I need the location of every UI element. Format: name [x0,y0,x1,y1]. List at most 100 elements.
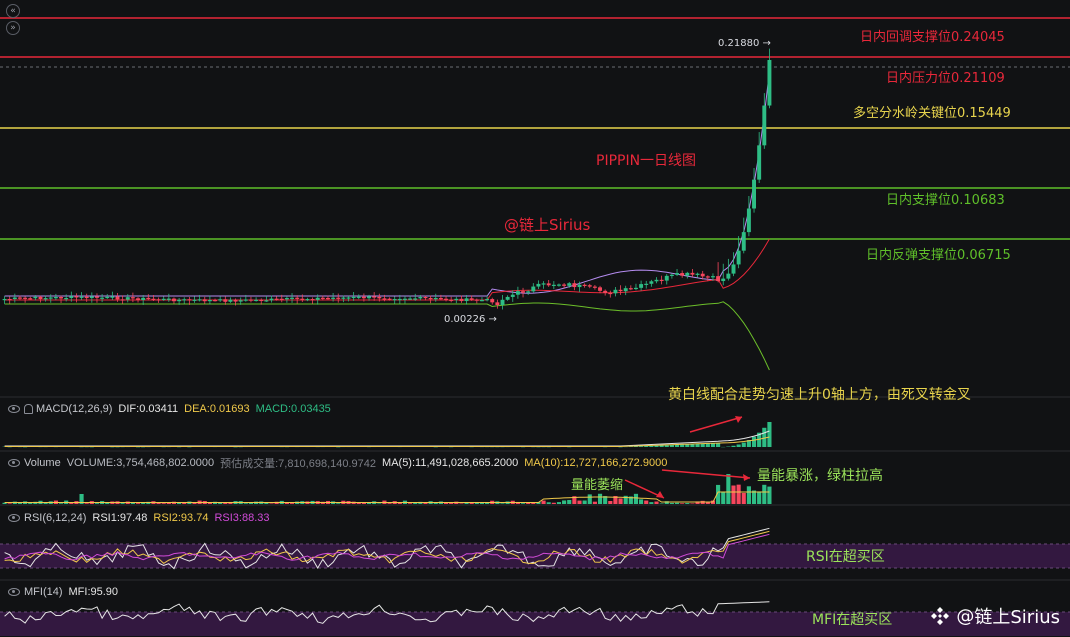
volume-bar [659,503,664,504]
candle-body [438,298,443,300]
expand-panel-icon[interactable]: » [6,21,20,35]
candle-body [218,299,223,301]
candle-body [79,296,84,298]
volume-bar [577,500,582,504]
candle-body [38,296,43,300]
candle-body [387,298,392,300]
candle-body [120,299,125,301]
candle-body [623,288,628,292]
volume-bar [618,498,623,504]
watermark-prefix: @ [956,605,975,627]
candle-body [243,299,248,301]
macd-bar [674,444,680,447]
candle-body [515,291,520,295]
band-upper-line [4,71,770,297]
volume-bar [757,491,762,504]
collapse-panel-icon[interactable]: « [6,4,20,18]
volume-bar [243,503,248,504]
eye-icon[interactable] [8,514,20,522]
macd-annotation: 黄白线配合走势匀速上升0轴上方，由死叉转金叉 [668,387,971,403]
candle-body [2,298,7,301]
macd-value: MACD:0.03435 [255,403,331,415]
candle-body [654,279,659,282]
macd-dea: DEA:0.01693 [184,403,250,415]
volume-bar [120,503,125,504]
candle-body [403,298,407,300]
candle-body [187,299,192,301]
eye-icon[interactable] [8,588,20,596]
volume-bar [377,503,382,504]
candle-body [23,297,28,299]
candle-body [361,296,366,299]
candle-body [675,273,679,275]
candle-body [320,297,325,299]
volume-bar [736,484,741,504]
volume-bar [526,502,531,504]
macd-bar [669,445,674,447]
volume-bar [264,502,269,504]
candle-body [207,300,212,302]
macd-arrow-head [735,416,742,423]
volume-bar [669,502,674,504]
candle-body [469,298,474,300]
volume-bar [387,503,392,504]
macd-bar [680,444,685,447]
volume-bar [161,503,166,504]
volume-bar [58,503,64,504]
arrow-right-icon: → [762,38,771,49]
macd-dif: DIF:0.03411 [118,403,179,415]
candle-body [197,299,202,301]
candle-body [587,285,592,287]
candle-body [290,297,294,299]
candle-body [551,284,556,286]
candle-body [372,296,377,298]
rsi-annotation: RSI在超买区 [806,549,885,565]
volume-ma5: MA(5):11,491,028,665.2000 [382,457,519,469]
volume-bar [639,499,644,504]
chart-title: PIPPIN一日线图 [596,153,697,169]
volume-bar [459,503,464,504]
mfi-name: MFI(14) [24,586,63,598]
rsi3-value: RSI3:88.33 [214,512,270,524]
candle-body [100,297,105,299]
candle-body [464,298,469,302]
candle-body [474,299,479,301]
candle-body [259,299,264,302]
candle-body [356,296,361,298]
candle-body [166,298,171,300]
candle-body [182,299,187,301]
candle-body [305,299,310,301]
candle-body [495,302,500,305]
volume-bar [726,474,731,504]
eye-icon[interactable] [8,459,20,467]
candle-body [444,298,448,300]
candle-body [367,296,371,299]
level-label-resistance: 日内压力位0.21109 [886,71,1005,86]
candle-body [64,298,69,300]
high-price-value: 0.21880 [718,38,760,49]
mfi-value: MFI:95.90 [68,586,119,598]
bell-icon[interactable] [24,404,33,414]
level-label-support: 日内支撑位0.10683 [886,193,1005,208]
candle-body [639,284,644,288]
volume-surge-annotation: 量能暴涨，绿柱拉高 [757,468,883,484]
candle-body [649,281,654,284]
candle-body [341,297,346,299]
volume-bar [520,503,526,504]
watermark: @ 链上Sirius [930,603,1060,629]
candle-body [351,296,356,299]
eye-icon[interactable] [8,405,20,413]
volume-estimate: 预估成交量:7,810,698,140.9742 [220,458,377,470]
chart-canvas [0,17,1070,636]
volume-bar [556,502,562,504]
candle-body [603,290,608,293]
candle-body [521,291,525,293]
volume-bar [597,493,603,504]
volume-bar [680,503,685,504]
candle-body [18,297,22,299]
candle-body [151,298,156,300]
macd-bar [716,443,721,447]
macd-bar [705,443,710,447]
level-label-rebound-support: 日内反弹支撑位0.06715 [866,248,1011,263]
candle-body [767,60,772,106]
